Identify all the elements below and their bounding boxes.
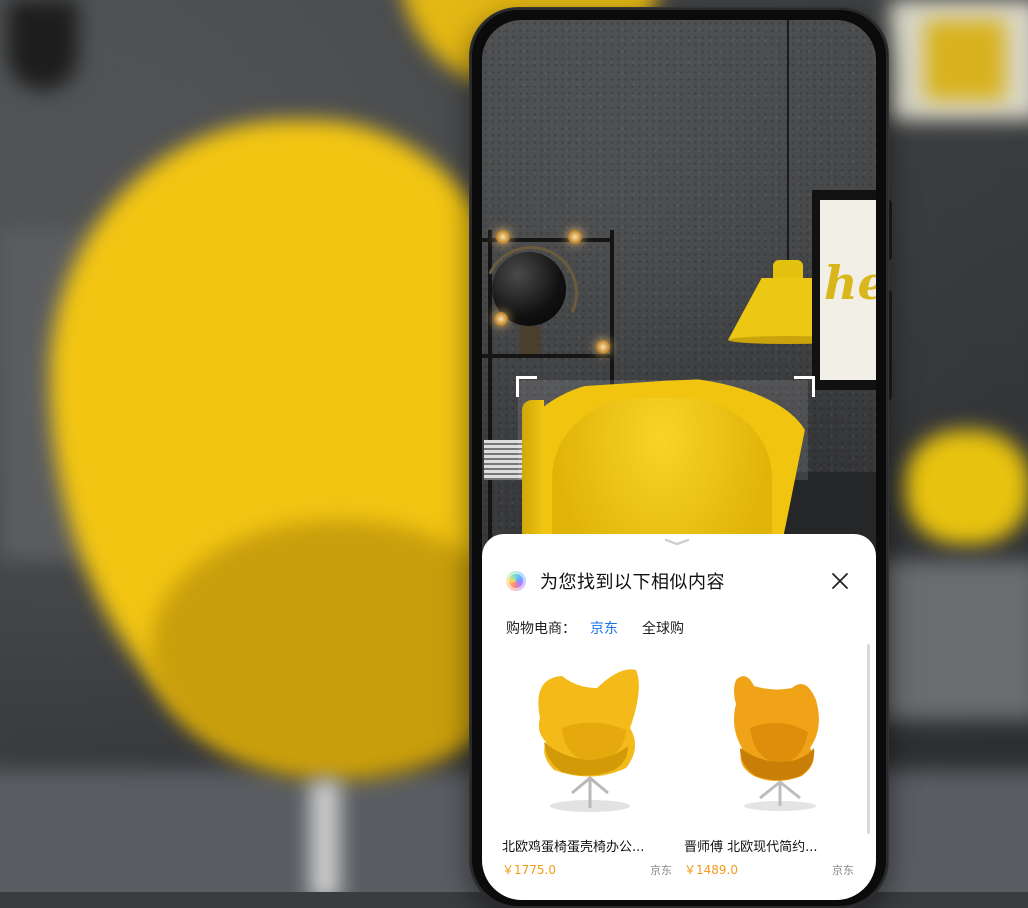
- background-cabinet: [880, 560, 1028, 720]
- result-card[interactable]: 晋师傅 北欧现代简约... ￥1489.0 京东: [684, 658, 854, 878]
- background-flowers: [905, 430, 1028, 545]
- background-frame-art: [925, 20, 1005, 100]
- close-icon: [832, 573, 848, 589]
- product-image: [684, 658, 854, 818]
- result-card[interactable]: 北欧鸡蛋椅蛋壳椅办公... ￥1775.0 京东: [502, 658, 672, 878]
- tab-jd[interactable]: 京东: [590, 618, 618, 638]
- product-source: 京东: [650, 863, 672, 877]
- product-title: 晋师傅 北欧现代简约...: [684, 840, 818, 855]
- background-lamp-dark: [8, 0, 78, 90]
- product-price: ￥1489.0: [684, 863, 738, 877]
- product-image: [502, 658, 672, 818]
- sheet-title: 为您找到以下相似内容: [540, 572, 725, 593]
- scan-corner-top-right: [794, 376, 815, 397]
- chevron-down-icon[interactable]: [664, 538, 690, 546]
- product-title: 北欧鸡蛋椅蛋壳椅办公...: [502, 840, 645, 855]
- phone-screen: he 为您找到以下相似内容 购物电商：: [482, 20, 876, 900]
- filter-label: 购物电商：: [506, 621, 576, 637]
- result-list: 北欧鸡蛋椅蛋壳椅办公... ￥1775.0 京东 晋师傅 北欧现代简约... ￥…: [502, 658, 854, 878]
- light-bulb: [496, 230, 510, 244]
- shopping-filter: 购物电商： 京东 全球购: [506, 618, 708, 638]
- tab-global[interactable]: 全球购: [642, 618, 684, 638]
- close-button[interactable]: [828, 569, 852, 593]
- scrollbar[interactable]: [867, 644, 870, 834]
- product-source: 京东: [832, 863, 854, 877]
- globe-stand: [520, 326, 540, 354]
- product-price: ￥1775.0: [502, 863, 556, 877]
- lamp-cord: [787, 20, 789, 268]
- scan-corner-top-left: [516, 376, 537, 397]
- phone-frame: he 为您找到以下相似内容 购物电商：: [470, 8, 888, 908]
- results-sheet: 为您找到以下相似内容 购物电商： 京东 全球购 北欧鸡蛋椅蛋壳椅办公... ￥1…: [482, 534, 876, 900]
- light-bulb: [494, 312, 508, 326]
- product-meta: ￥1775.0 京东: [502, 861, 672, 878]
- product-meta: ￥1489.0 京东: [684, 861, 854, 878]
- light-bulb: [568, 230, 582, 244]
- light-bulb: [596, 340, 610, 354]
- sheet-header: 为您找到以下相似内容: [506, 566, 852, 596]
- background-chair-leg: [310, 780, 340, 892]
- ai-assistant-icon: [506, 571, 526, 591]
- frame-lettering: he: [824, 256, 876, 310]
- shelf-board: [482, 354, 614, 358]
